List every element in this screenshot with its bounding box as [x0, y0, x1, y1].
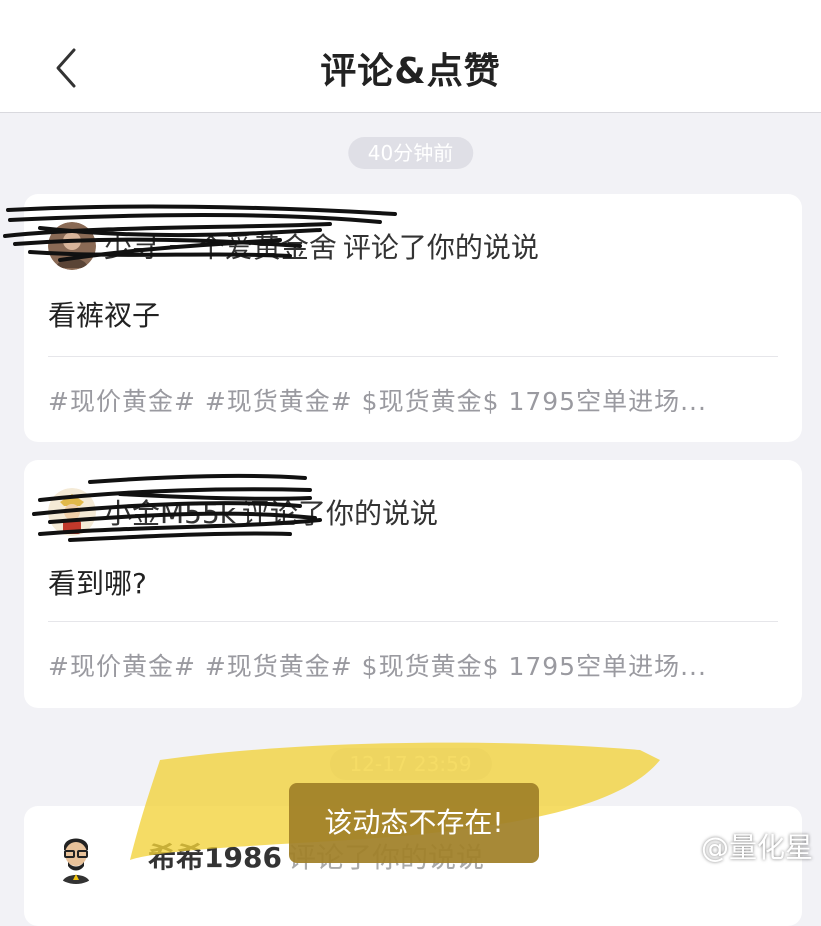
time-separator: 12-17 23:59: [329, 748, 492, 780]
avatar[interactable]: [48, 488, 96, 536]
nav-bar: 评论&点赞: [0, 0, 821, 113]
divider: [48, 621, 778, 622]
comment-text: 看裤衩子: [48, 299, 161, 332]
comment-text: 看到哪?: [48, 567, 147, 600]
page-title: 评论&点赞: [320, 51, 501, 92]
toast-message: 该动态不存在!: [289, 783, 539, 863]
comment-card[interactable]: 少寻 一个爱黄金舍 评论了你的说说 看裤衩子 #现价黄金# #现货黄金# $现货…: [24, 194, 802, 442]
comment-card[interactable]: 小金M55k 评论了你的说说 看到哪? #现价黄金# #现货黄金# $现货黄金$…: [24, 460, 802, 708]
user-name[interactable]: 小金M55k: [104, 492, 236, 532]
watermark: @量化星: [700, 831, 813, 864]
time-separator: 40分钟前: [347, 137, 474, 169]
avatar[interactable]: [48, 828, 104, 884]
card-header: 小金M55k 评论了你的说说: [48, 488, 439, 536]
divider: [48, 356, 778, 357]
card-header: 少寻 一个爱黄金舍 评论了你的说说: [48, 222, 539, 270]
user-name[interactable]: 少寻 一个爱黄金舍: [104, 226, 337, 266]
action-text: 评论了你的说说: [342, 231, 539, 264]
user-name[interactable]: 希希1986: [148, 836, 282, 876]
action-text: 评论了你的说说: [242, 497, 439, 530]
avatar[interactable]: [48, 222, 96, 270]
post-excerpt[interactable]: #现价黄金# #现货黄金# $现货黄金$ 1795空单进场...: [48, 647, 778, 683]
post-excerpt[interactable]: #现价黄金# #现货黄金# $现货黄金$ 1795空单进场...: [48, 382, 778, 418]
